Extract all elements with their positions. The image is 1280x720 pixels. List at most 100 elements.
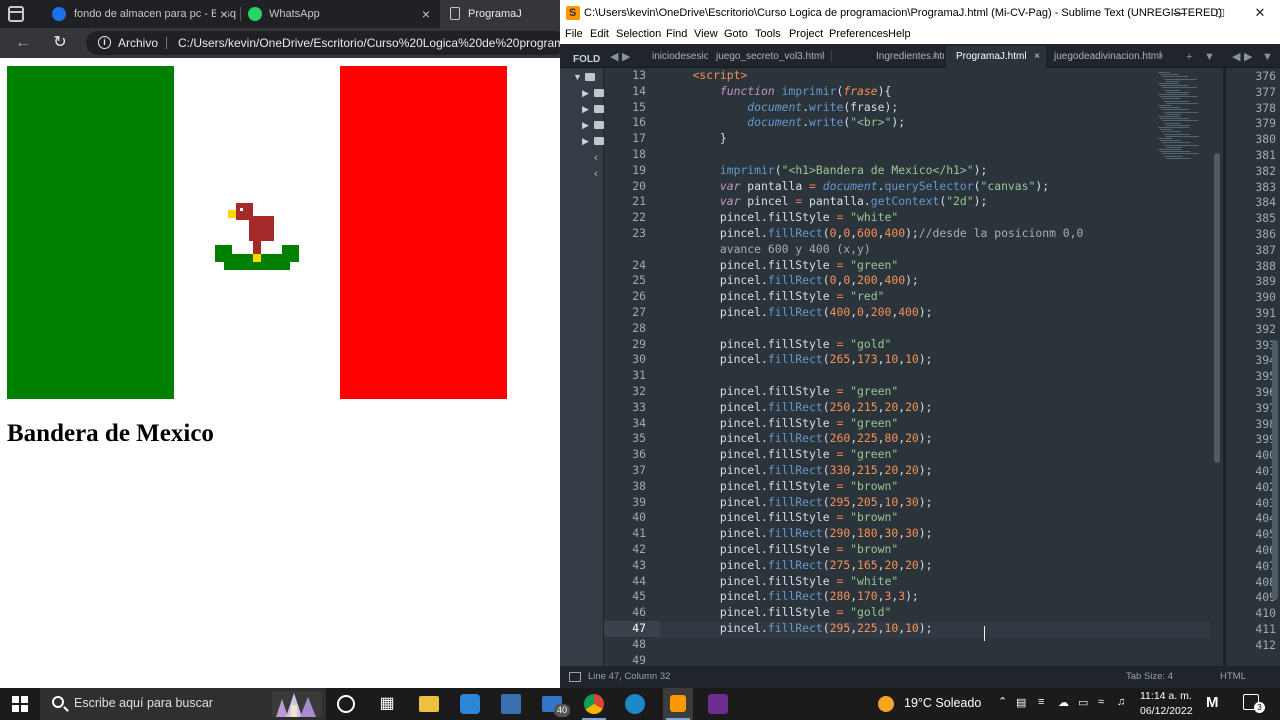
folder-icon — [594, 89, 604, 97]
menu-file[interactable]: File — [565, 28, 583, 40]
minimap-line — [1164, 89, 1180, 91]
line-number: 15 — [632, 99, 646, 114]
chrome-icon[interactable] — [584, 694, 604, 714]
tab-list-icon[interactable]: ▼ — [1204, 46, 1215, 68]
panel-toggle-icon[interactable] — [569, 672, 581, 682]
line-number: 390 — [1255, 290, 1276, 305]
browser-tab-programaj[interactable]: ProgramaJ — [440, 0, 560, 28]
network-icon[interactable]: ▤ — [1016, 696, 1026, 709]
clock-date[interactable]: 06/12/2022 — [1140, 705, 1193, 717]
tab-scroll-left-icon[interactable]: ◀ — [610, 46, 618, 68]
sublime-title-bar: C:\Users\kevin\OneDrive\Escritorio\Curso… — [560, 0, 1280, 26]
browser-tab-search[interactable]: fondo de almacen para pc - Búsq × — [40, 0, 238, 28]
menu-selection[interactable]: Selection — [616, 28, 661, 40]
menu-tools[interactable]: Tools — [755, 28, 781, 40]
close-tab-icon[interactable]: × — [215, 0, 228, 28]
battery-icon[interactable]: ▭ — [1078, 696, 1088, 709]
code-editor[interactable]: <script> function imprimir(frase){ docum… — [665, 68, 1210, 666]
menu-help[interactable]: Help — [888, 28, 911, 40]
tab-juego-secreto[interactable]: juego_secreto_vol3.html — [710, 46, 830, 68]
browser-tab-whatsapp[interactable]: WhatsApp × — [240, 0, 438, 28]
eagle-eye — [240, 208, 243, 211]
tab-menu-icon[interactable]: ▼ — [1262, 46, 1273, 68]
close-tab-icon[interactable]: × — [1158, 46, 1164, 68]
sublime-taskbar-button[interactable] — [663, 688, 693, 720]
reload-icon[interactable]: ↻ — [49, 32, 71, 54]
tab-prev-icon[interactable]: ◀ — [1232, 46, 1240, 68]
taskbar-search-box[interactable]: Escribe aquí para buscar — [40, 688, 326, 720]
tab-next-icon[interactable]: ▶ — [1244, 46, 1252, 68]
syntax-selector[interactable]: HTML — [1220, 666, 1246, 688]
new-tab-icon[interactable]: + — [1186, 46, 1192, 68]
line-number: 47 — [604, 621, 660, 637]
scrollbar-thumb[interactable] — [1214, 153, 1220, 463]
wifi-icon[interactable]: ≈ — [1098, 696, 1104, 708]
line-number: 382 — [1255, 163, 1276, 178]
tab-search-icon[interactable] — [8, 6, 24, 22]
volume-icon[interactable]: ♫ — [1117, 696, 1125, 708]
close-icon[interactable]: ✕ — [1240, 0, 1280, 26]
settings-sliders-icon[interactable]: ≡ — [1038, 696, 1044, 708]
cloud-icon[interactable]: ☁ — [1058, 696, 1069, 709]
teams-chat-icon[interactable] — [460, 694, 480, 714]
chevron-left-icon[interactable]: ‹ — [594, 168, 598, 180]
line-number: 379 — [1255, 116, 1276, 131]
menu-goto[interactable]: Goto — [724, 28, 748, 40]
close-tab-icon[interactable]: × — [1034, 46, 1040, 68]
folder-item[interactable]: ▶ — [582, 135, 604, 147]
minimize-icon[interactable]: — — [1160, 0, 1200, 26]
tab-ingredientes[interactable]: Ingredientes.html× — [834, 46, 944, 68]
line-number: 34 — [632, 415, 646, 430]
flag-green-stripe — [7, 66, 174, 399]
tab-size-selector[interactable]: Tab Size: 4 — [1126, 666, 1173, 688]
close-tab-icon[interactable]: × — [932, 46, 938, 68]
tab-programaj[interactable]: ProgramaJ.html × — [946, 46, 1046, 68]
back-arrow-icon[interactable]: ← — [12, 32, 34, 54]
menu-view[interactable]: View — [694, 28, 718, 40]
maximize-icon[interactable]: □ — [1200, 0, 1240, 26]
sun-icon[interactable] — [878, 696, 894, 712]
app-icon[interactable] — [708, 694, 728, 714]
line-number: 381 — [1255, 148, 1276, 162]
menu-preferences[interactable]: Preferences — [829, 28, 888, 40]
tab-juegodeadivinacion[interactable]: juegodeadivinacion.html × — [1048, 46, 1170, 68]
folder-item[interactable]: ▶ — [582, 119, 604, 131]
tab-scroll-right-icon[interactable]: ▶ — [622, 46, 630, 68]
url-omnibox[interactable]: i Archivo C:/Users/kevin/OneDrive/Escrit… — [86, 31, 560, 55]
clock-time[interactable]: 11:14 a. m. — [1140, 690, 1192, 702]
windows-start-icon[interactable] — [12, 696, 28, 712]
cortana-icon[interactable] — [337, 695, 355, 713]
tab-iniciodesesion[interactable]: iniciodesesion — [650, 46, 708, 68]
status-bar: Line 47, Column 32 Tab Size: 4 HTML — [560, 666, 1280, 688]
minimap-line — [1158, 94, 1188, 95]
minimap-line — [1166, 113, 1181, 115]
info-icon[interactable]: i — [98, 36, 111, 49]
folder-item[interactable]: ▶ — [582, 103, 604, 115]
folder-root[interactable]: ▼ — [573, 71, 595, 83]
file-explorer-icon[interactable] — [419, 696, 439, 712]
app-tray-icon[interactable]: M — [1206, 694, 1219, 711]
folder-icon — [594, 121, 604, 129]
minimap-line — [1164, 155, 1182, 157]
edge-icon[interactable] — [625, 694, 645, 714]
minimap-line — [1160, 85, 1188, 87]
store-icon[interactable] — [501, 694, 521, 714]
weather-text[interactable]: 19°C Soleado — [904, 696, 981, 710]
vertical-scrollbar[interactable] — [1212, 68, 1222, 666]
line-number: 25 — [632, 273, 646, 288]
minimap-line — [1160, 140, 1181, 142]
sublime-taskbar-icon — [670, 695, 686, 712]
task-view-icon[interactable]: ▦ — [377, 694, 397, 714]
tray-chevron-up-icon[interactable]: ⌃ — [998, 695, 1007, 708]
line-number: 411 — [1255, 622, 1276, 636]
chevron-left-icon[interactable]: ‹ — [594, 152, 598, 164]
menu-edit[interactable]: Edit — [590, 28, 609, 40]
folder-item[interactable]: ▶ — [582, 87, 604, 99]
menu-find[interactable]: Find — [666, 28, 687, 40]
line-number: 16 — [632, 115, 646, 130]
second-pane-scrollbar-thumb[interactable] — [1272, 340, 1278, 600]
close-tab-icon[interactable]: × — [422, 0, 430, 28]
minimap-line — [1162, 109, 1189, 111]
minimap[interactable] — [1152, 68, 1212, 178]
menu-project[interactable]: Project — [789, 28, 823, 40]
